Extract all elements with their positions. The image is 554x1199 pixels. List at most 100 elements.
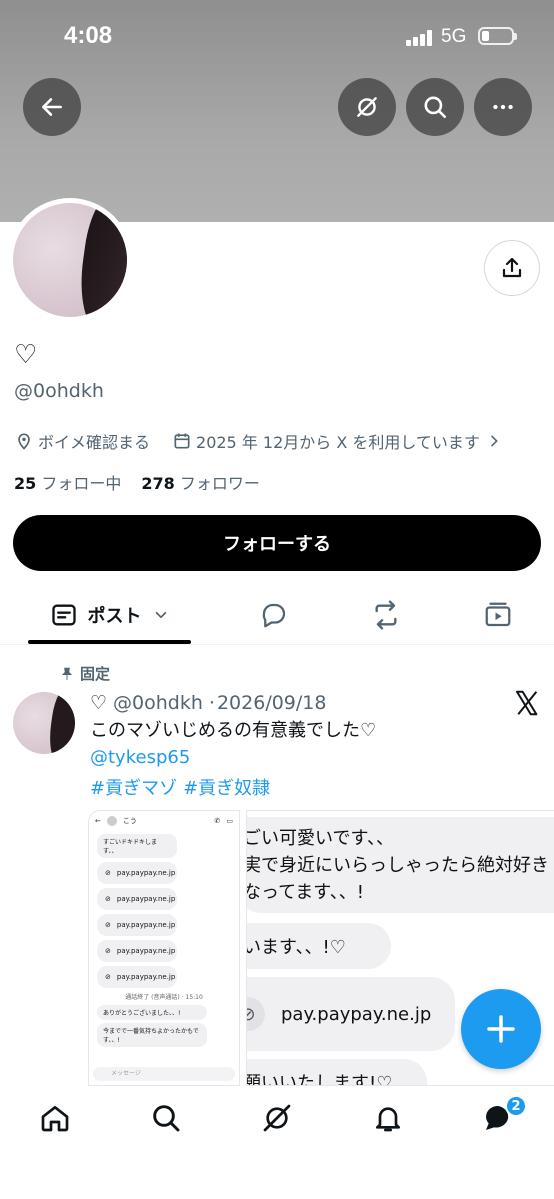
link-icon: ⊘	[105, 895, 111, 903]
chat-link-text: pay.paypay.ne.jp	[116, 869, 176, 877]
link-icon: ⊘	[105, 921, 111, 929]
video-icon	[485, 602, 511, 627]
call-ended-note: 通話終了 (音声通話) · 15:10	[125, 994, 203, 1001]
nav-search[interactable]	[146, 1098, 186, 1138]
grok-icon	[357, 97, 377, 117]
calendar-icon	[174, 433, 190, 449]
messages-badge: 2	[505, 1095, 527, 1117]
tab-reposts[interactable]	[356, 585, 416, 645]
link-icon: ⊘	[105, 869, 111, 877]
tweet-header: ♡ @0ohdkh · 2026/09/18	[90, 692, 326, 714]
chat-bubble: 願いいたします!♡	[247, 1059, 427, 1085]
location-icon	[18, 433, 30, 450]
chat-link-text: pay.paypay.ne.jp	[116, 947, 176, 955]
chat-link-bubble: ⊘ pay.paypay.ne.jp	[97, 888, 177, 910]
link-icon: ⊘	[105, 947, 111, 955]
signal-icon	[406, 30, 434, 46]
video-call-icon: ▭	[226, 817, 233, 825]
arrow-left-icon	[42, 98, 62, 116]
nav-grok[interactable]	[257, 1098, 297, 1138]
more-button[interactable]	[474, 78, 532, 136]
chat-link-bubble: ⊘ pay.paypay.ne.jp	[247, 977, 455, 1051]
status-time: 4:08	[64, 22, 113, 49]
hashtag-link[interactable]: #貢ぎマゾ	[90, 778, 177, 799]
following-label: フォロー中	[41, 474, 122, 493]
chat-line: 実で身近にいらっしゃったら絶対好き	[246, 855, 549, 876]
search-button[interactable]	[406, 78, 464, 136]
chat-link-text: pay.paypay.ne.jp	[116, 973, 176, 981]
chevron-right-icon[interactable]	[486, 433, 502, 449]
separator-dot: ·	[208, 692, 215, 714]
chat-avatar	[106, 816, 117, 826]
search-icon	[424, 96, 447, 119]
tab-posts[interactable]: ポスト	[28, 585, 191, 645]
followers-count: 278	[141, 474, 175, 493]
chat-message: ありがとうございました、、!	[97, 1005, 207, 1020]
follow-stats: 25 フォロー中 278 フォロワー	[14, 470, 260, 494]
home-icon	[41, 1106, 69, 1132]
bottom-nav	[0, 1086, 554, 1199]
followers-link[interactable]: 278 フォロワー	[141, 470, 260, 494]
hashtag-link[interactable]: #貢ぎ奴隷	[183, 778, 270, 799]
pinned-indicator: 固定	[60, 663, 110, 684]
chat-line: なってます、、!	[246, 882, 364, 903]
chat-message: すごいドキドキします、、	[97, 834, 177, 858]
chat-message: 今までで一番気持ちよかったかもです、、!	[97, 1023, 207, 1047]
chat-link-text: pay.paypay.ne.jp	[116, 921, 176, 929]
share-icon	[502, 257, 522, 278]
tweet-avatar[interactable]	[13, 692, 75, 754]
followers-label: フォロワー	[179, 474, 260, 493]
profile-location: ボイメ確認まる	[38, 433, 151, 452]
grok-button[interactable]	[338, 78, 396, 136]
tweet-author-handle[interactable]: @0ohdkh	[113, 692, 203, 714]
tab-replies[interactable]	[244, 585, 304, 645]
share-button[interactable]	[484, 240, 540, 296]
tweet-mention[interactable]: @tykesp65	[90, 747, 190, 768]
follow-button[interactable]: フォローする	[13, 515, 541, 571]
tweet-author-name[interactable]: ♡	[90, 692, 107, 714]
tweet-hashtags: #貢ぎマゾ #貢ぎ奴隷	[90, 774, 276, 800]
tab-active-indicator	[28, 640, 191, 644]
posts-icon	[51, 604, 76, 626]
grok-icon	[263, 1104, 291, 1132]
compose-button[interactable]	[461, 989, 541, 1069]
back-arrow-icon: ←	[95, 817, 101, 825]
chat-input: メッセージ	[93, 1067, 235, 1081]
reply-icon	[262, 603, 286, 628]
repost-icon	[375, 600, 397, 630]
tweet-text: このマゾいじめるの有意義でした♡	[90, 720, 377, 741]
link-icon: ⊘	[247, 997, 265, 1031]
bell-icon	[376, 1107, 400, 1132]
link-icon: ⊘	[105, 973, 111, 981]
display-name: ♡	[14, 340, 38, 370]
tab-posts-label: ポスト	[87, 606, 142, 627]
chevron-down-icon	[155, 611, 166, 619]
chat-link-bubble: ⊘ pay.paypay.ne.jp	[97, 966, 177, 988]
profile-tabs: ポスト	[0, 585, 554, 645]
following-count: 25	[14, 474, 37, 493]
profile-meta: ボイメ確認まる 2025 年 12月から X を利用しています	[14, 428, 506, 454]
following-link[interactable]: 25 フォロー中	[14, 470, 121, 494]
more-horizontal-icon	[493, 104, 513, 110]
chat-link-text: pay.paypay.ne.jp	[281, 1003, 432, 1025]
pin-icon	[61, 667, 73, 680]
profile-avatar[interactable]	[13, 203, 127, 317]
plus-icon	[487, 1015, 515, 1043]
tweet-date[interactable]: 2026/09/18	[217, 692, 327, 714]
nav-home[interactable]	[35, 1098, 75, 1138]
chat-bubble: います、、!♡	[247, 923, 391, 969]
nav-notifications[interactable]	[368, 1098, 408, 1138]
tweet-media-image-1[interactable]: ← こう ✆ ▭ すごいドキドキします、、 ⊘ pay.paypay.ne.jp …	[88, 810, 240, 1086]
x-logo-icon[interactable]	[512, 688, 542, 718]
network-label: 5G	[441, 26, 467, 47]
phone-icon: ✆	[214, 817, 221, 825]
chat-contact-name: こう	[122, 817, 137, 825]
chat-bubble: ごい可愛いです、、 実で身近にいらっしゃったら絶対好き なってます、、!	[246, 817, 554, 913]
search-icon	[153, 1105, 180, 1132]
chat-link-bubble: ⊘ pay.paypay.ne.jp	[97, 914, 177, 936]
chat-header: ← こう ✆ ▭	[89, 811, 239, 831]
chat-link-bubble: ⊘ pay.paypay.ne.jp	[97, 862, 177, 884]
back-button[interactable]	[23, 78, 81, 136]
tab-media[interactable]	[468, 585, 528, 645]
profile-handle: @0ohdkh	[14, 380, 104, 402]
